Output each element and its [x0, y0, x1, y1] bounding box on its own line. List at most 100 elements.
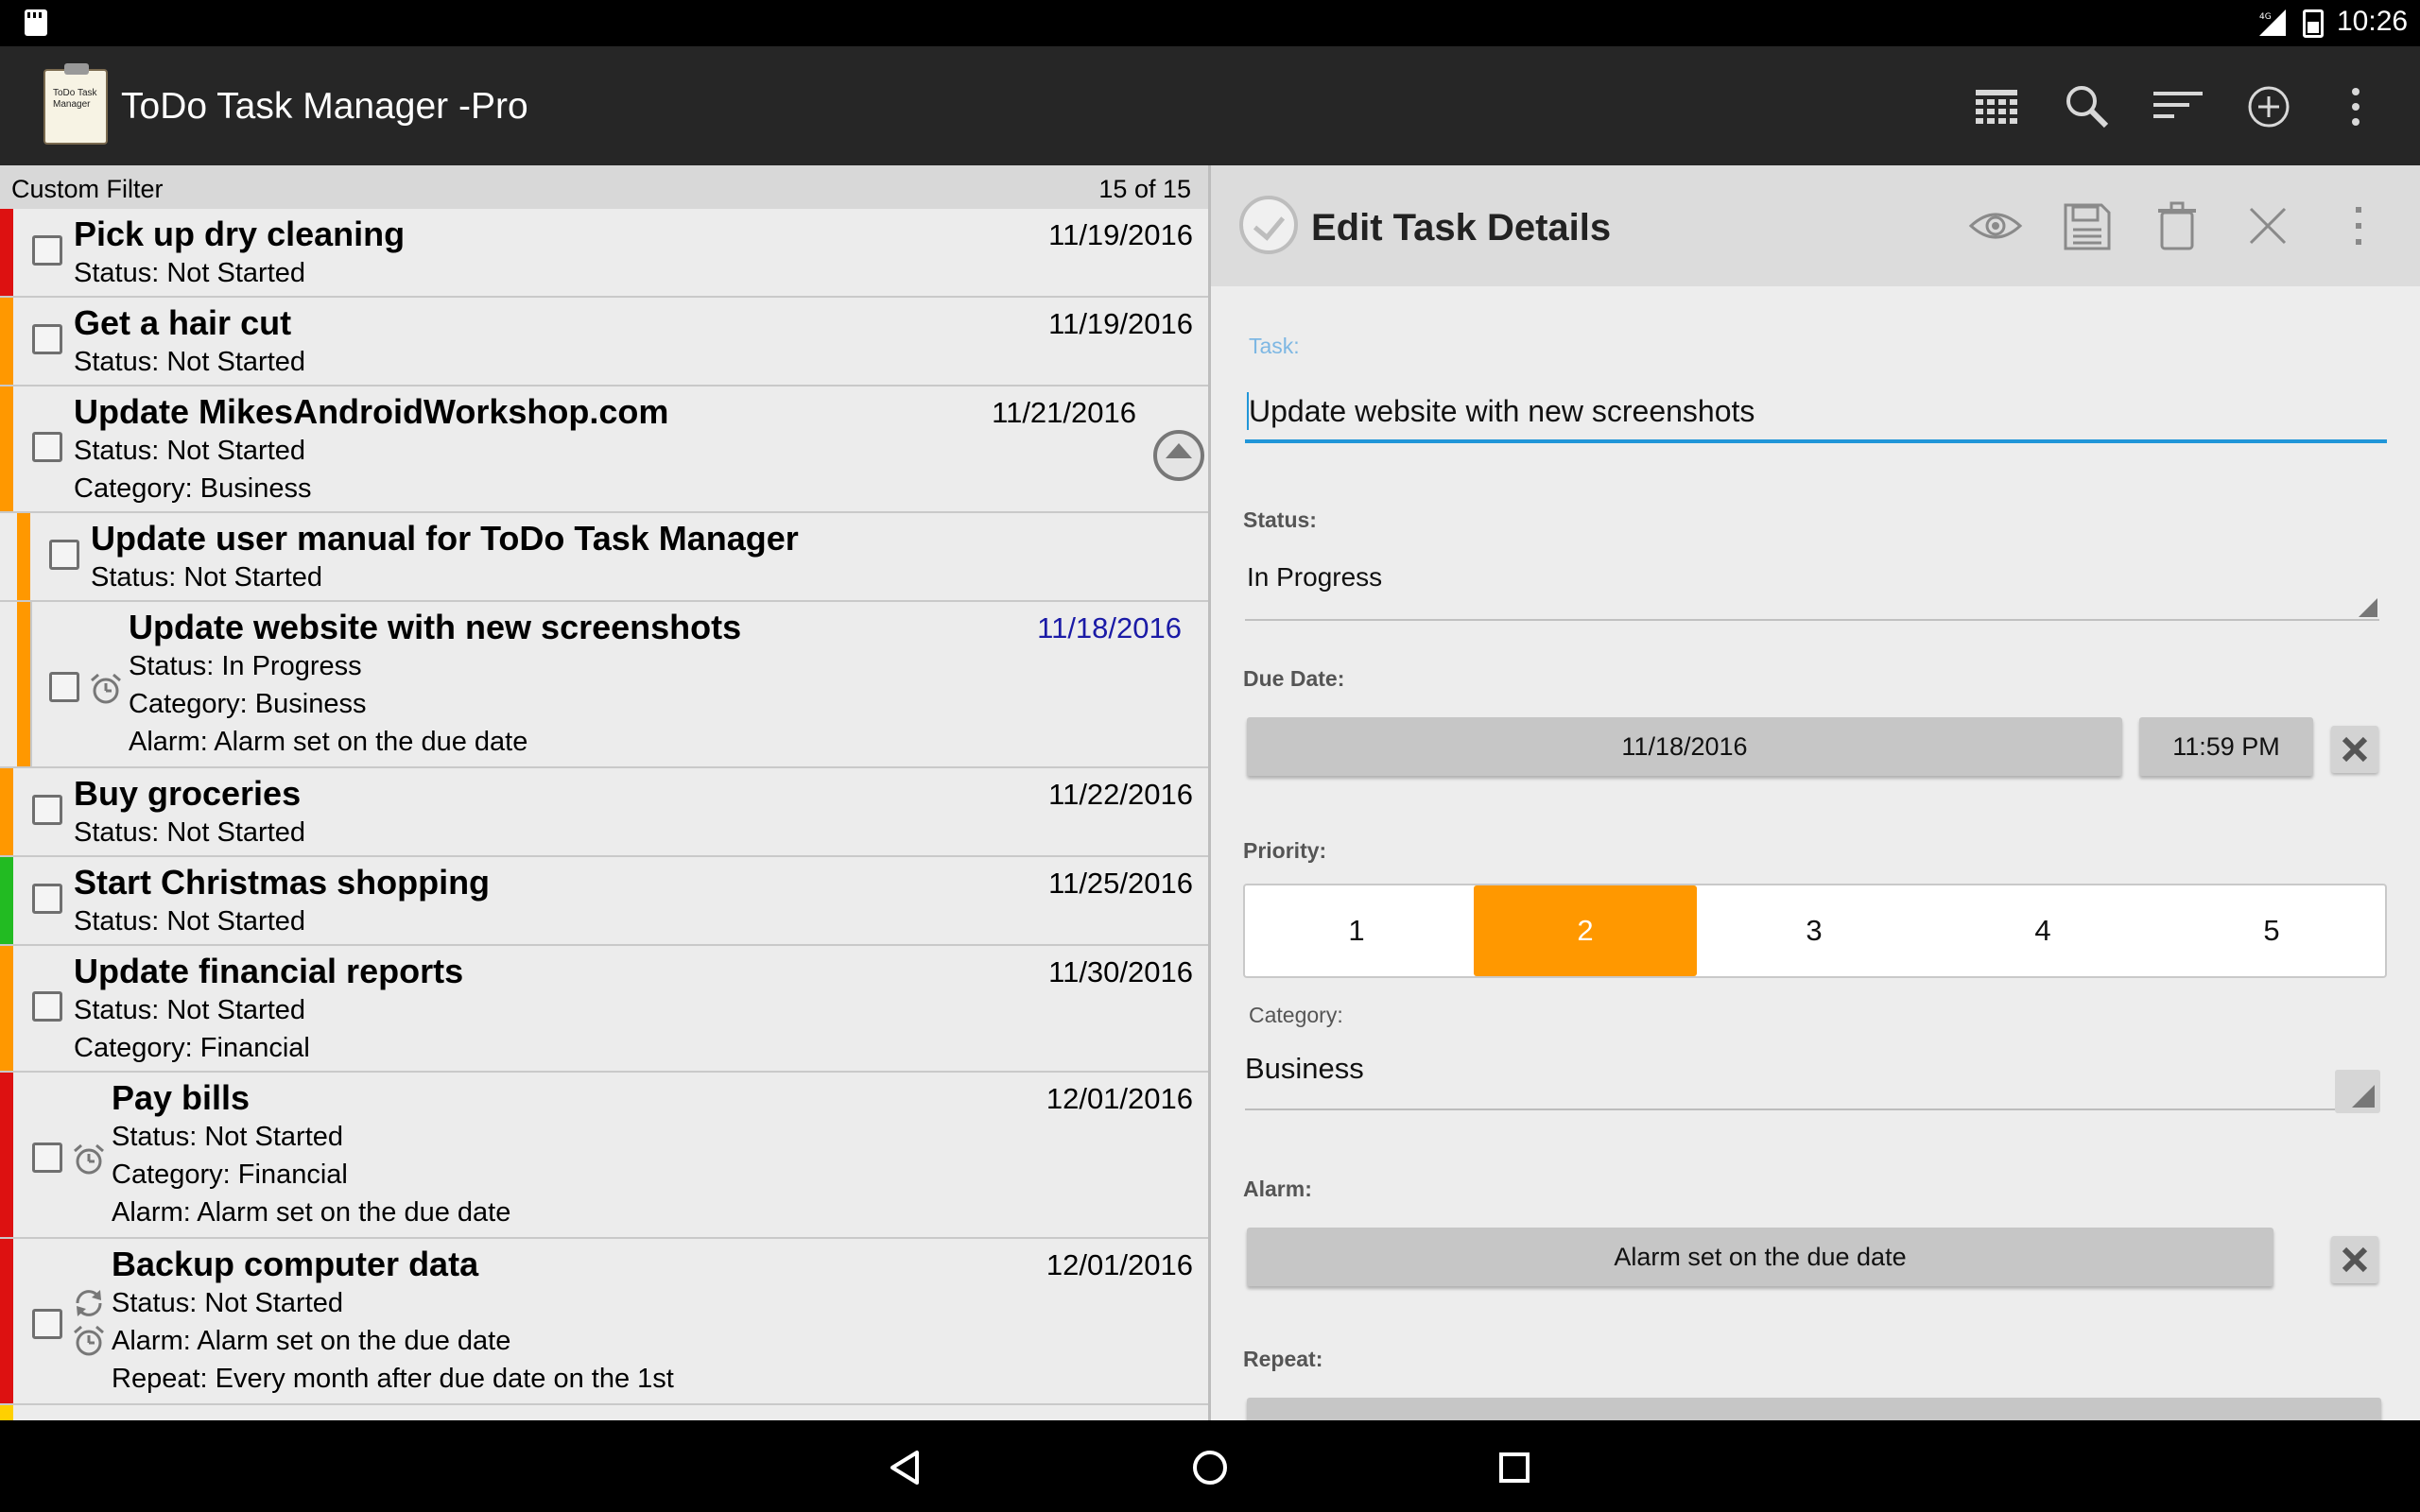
back-icon[interactable]	[879, 1441, 932, 1494]
task-row[interactable]: Start Christmas shopping Status: Not Sta…	[0, 857, 1208, 946]
task-date: 11/18/2016	[1037, 611, 1182, 644]
category-value: Business	[1245, 1052, 1364, 1085]
alarm-button[interactable]: Alarm set on the due date	[1247, 1228, 2273, 1286]
recent-apps-icon[interactable]	[1488, 1441, 1541, 1494]
alarm-label: Alarm:	[1243, 1177, 1312, 1201]
status-label: Status:	[1243, 507, 1317, 532]
category-label: Category:	[1249, 1003, 1343, 1027]
category-picker-button[interactable]	[2335, 1070, 2380, 1113]
detail-overflow-menu-icon[interactable]	[2330, 198, 2387, 254]
task-title: Update website with new screenshots	[129, 608, 742, 646]
sort-icon[interactable]	[2152, 80, 2204, 133]
task-title: Buy groceries	[74, 774, 302, 813]
task-row[interactable]: Update user manual for ToDo Task Manager…	[0, 513, 1208, 602]
task-name-value: Update website with new screenshots	[1249, 394, 1755, 428]
task-checkbox[interactable]	[32, 432, 62, 462]
priority-indicator	[0, 768, 13, 855]
add-task-icon[interactable]	[2242, 80, 2295, 133]
task-title: Backup computer data	[112, 1245, 479, 1283]
priority-option-5[interactable]: 5	[2160, 885, 2383, 976]
clear-due-date-button[interactable]	[2331, 726, 2378, 773]
app-logo-icon: ToDo Task Manager	[43, 63, 108, 145]
task-alarm: Alarm: Alarm set on the due date	[129, 727, 528, 757]
task-title: Update financial reports	[74, 952, 464, 990]
priority-indicator	[0, 1073, 13, 1237]
done-check-icon[interactable]	[1239, 196, 1298, 254]
task-category: Category: Business	[74, 473, 312, 504]
due-date-label: Due Date:	[1243, 666, 1345, 691]
task-name-input[interactable]: Update website with new screenshots	[1245, 375, 2387, 443]
task-category: Category: Financial	[74, 1033, 310, 1063]
clock: 10:26	[2337, 6, 2409, 37]
task-checkbox[interactable]	[32, 1143, 62, 1173]
task-date: 11/30/2016	[1048, 955, 1193, 988]
task-checkbox[interactable]	[32, 795, 62, 825]
status-dropdown[interactable]: In Progress	[1245, 562, 2379, 621]
delete-trash-icon[interactable]	[2149, 198, 2205, 254]
task-row[interactable]: Update MikesAndroidWorkshop.com Status: …	[0, 387, 1208, 513]
close-icon[interactable]	[2239, 198, 2296, 254]
task-row[interactable]: Backup computer data Status: Not Started…	[0, 1239, 1208, 1405]
save-icon[interactable]	[2058, 198, 2115, 254]
task-title: Pay bills	[112, 1078, 251, 1117]
filter-bar[interactable]: Custom Filter 15 of 15	[0, 165, 1208, 209]
clear-x-icon	[2342, 736, 2368, 763]
task-status: Status: Not Started	[74, 347, 306, 377]
priority-option-1[interactable]: 1	[1245, 885, 1468, 976]
task-checkbox[interactable]	[49, 540, 79, 570]
task-row[interactable]: Buy groceries Status: Not Started 11/22/…	[0, 768, 1208, 857]
task-status: Status: Not Started	[74, 906, 306, 936]
due-time-button[interactable]: 11:59 PM	[2139, 717, 2313, 776]
scroll-up-button[interactable]	[1153, 430, 1204, 481]
dropdown-arrow-icon	[2359, 598, 2377, 617]
task-date: 11/19/2016	[1048, 307, 1193, 340]
preview-eye-icon[interactable]	[1967, 198, 2024, 254]
search-icon[interactable]	[2061, 80, 2114, 133]
task-row-selected[interactable]: Update website with new screenshots Stat…	[0, 602, 1208, 768]
task-status: Status: In Progress	[129, 651, 362, 681]
task-checkbox[interactable]	[32, 1309, 62, 1339]
task-row[interactable]: Update financial reports Status: Not Sta…	[0, 946, 1208, 1073]
task-status: Status: Not Started	[74, 258, 306, 288]
repeat-icon	[76, 1290, 102, 1316]
task-category: Category: Business	[129, 689, 367, 719]
app-title: ToDo Task Manager -Pro	[121, 86, 528, 127]
task-date: 11/22/2016	[1048, 778, 1193, 811]
battery-icon	[2303, 9, 2324, 38]
priority-option-3[interactable]: 3	[1703, 885, 1926, 976]
task-checkbox[interactable]	[49, 672, 79, 702]
home-icon[interactable]	[1184, 1441, 1236, 1494]
action-bar: ToDo Task Manager ToDo Task Manager -Pro	[0, 46, 2420, 165]
filter-label: Custom Filter	[11, 175, 164, 203]
task-row[interactable]: Get a hair cut Status: Not Started 11/19…	[0, 298, 1208, 387]
task-count: 15 of 15	[1098, 175, 1191, 203]
task-category: Category: Financial	[112, 1160, 348, 1190]
clear-alarm-button[interactable]	[2331, 1236, 2378, 1283]
task-checkbox[interactable]	[32, 884, 62, 914]
task-repeat: Repeat: Every month after due date on th…	[112, 1364, 674, 1394]
priority-indicator	[0, 1239, 13, 1403]
priority-option-2[interactable]: 2	[1474, 885, 1697, 976]
priority-selector: 1 2 3 4 5	[1243, 884, 2387, 978]
task-title: Start Christmas shopping	[74, 863, 491, 902]
task-checkbox[interactable]	[32, 991, 62, 1022]
priority-indicator	[17, 602, 30, 766]
overflow-menu-icon[interactable]	[2329, 80, 2382, 133]
task-checkbox[interactable]	[32, 235, 62, 266]
priority-option-4[interactable]: 4	[1931, 885, 2154, 976]
status-value: In Progress	[1247, 562, 1383, 592]
detail-header: Edit Task Details	[1211, 165, 2420, 286]
task-row[interactable]: Pick up dry cleaning Status: Not Started…	[0, 209, 1208, 298]
calendar-icon[interactable]	[1970, 80, 2023, 133]
task-label: Task:	[1249, 334, 1300, 358]
repeat-button[interactable]	[1247, 1398, 2381, 1420]
priority-indicator	[0, 387, 13, 511]
task-alarm: Alarm: Alarm set on the due date	[112, 1326, 511, 1356]
category-dropdown[interactable]: Business	[1245, 1035, 2347, 1110]
task-row[interactable]: Pay bills Status: Not Started Category: …	[0, 1073, 1208, 1239]
due-date-button[interactable]: 11/18/2016	[1247, 717, 2122, 776]
task-checkbox[interactable]	[32, 324, 62, 354]
task-title: Update user manual for ToDo Task Manager	[91, 519, 799, 558]
svg-text:4G: 4G	[2259, 12, 2272, 22]
task-status: Status: Not Started	[74, 436, 306, 466]
